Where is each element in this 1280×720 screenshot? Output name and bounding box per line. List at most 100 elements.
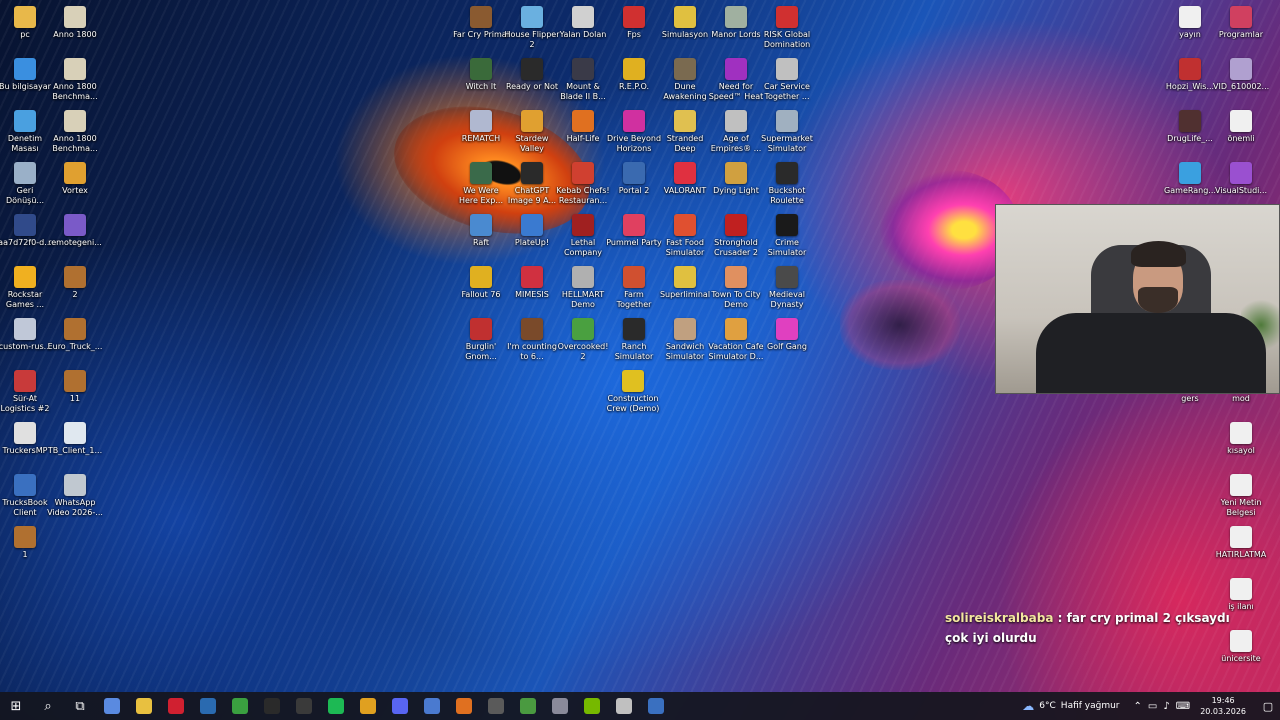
desktop-shortcut[interactable]: Farm Together xyxy=(609,262,659,314)
desktop-shortcut[interactable]: Manor Lords xyxy=(711,2,761,54)
desktop-shortcut[interactable]: House Flipper 2 xyxy=(504,2,560,54)
app-settings[interactable] xyxy=(544,692,576,720)
language-icon[interactable]: ⌨ xyxy=(1176,701,1190,712)
desktop-shortcut[interactable]: Yeni Metin Belgesi xyxy=(1216,470,1266,522)
clock[interactable]: 19:46 20.03.2026 xyxy=(1200,695,1246,717)
desktop-shortcut[interactable]: custom-rus... xyxy=(0,314,51,366)
desktop-shortcut[interactable]: Yalan Dolan xyxy=(558,2,608,54)
chevron-up-icon[interactable]: ⌃ xyxy=(1134,701,1142,712)
desktop-shortcut[interactable]: pc xyxy=(0,2,50,54)
task-view-button[interactable]: ⧉ xyxy=(64,692,96,720)
desktop-shortcut[interactable]: Construction Crew (Demo) xyxy=(607,366,659,418)
opera-app[interactable] xyxy=(160,692,192,720)
desktop-shortcut[interactable]: Stronghold Crusader 2 xyxy=(711,210,761,262)
desktop-shortcut[interactable]: Golf Gang xyxy=(762,314,812,366)
desktop-shortcut[interactable]: Far Cry Primal xyxy=(453,2,509,54)
desktop-shortcut[interactable]: Vortex xyxy=(50,158,100,210)
desktop-shortcut[interactable]: Lethal Company xyxy=(558,210,608,262)
nvidia-app[interactable] xyxy=(576,692,608,720)
desktop-shortcut[interactable]: VID_610002... xyxy=(1213,54,1269,106)
app-blue-circle[interactable] xyxy=(416,692,448,720)
desktop-shortcut[interactable]: aa7d72f0-d... xyxy=(0,210,52,262)
desktop-shortcut[interactable]: 2 xyxy=(50,262,100,314)
desktop-shortcut[interactable]: Dying Light xyxy=(711,158,761,210)
desktop-shortcut[interactable]: önemli xyxy=(1216,106,1266,158)
desktop-shortcut[interactable]: Raft xyxy=(456,210,506,262)
desktop-shortcut[interactable]: Superliminal xyxy=(660,262,710,314)
epic-games-app[interactable] xyxy=(256,692,288,720)
desktop-shortcut[interactable]: TruckersMP xyxy=(0,418,50,470)
desktop-shortcut[interactable]: Simulasyon xyxy=(660,2,710,54)
desktop-shortcut[interactable]: Dune Awakening xyxy=(660,54,710,106)
file-explorer-app[interactable] xyxy=(128,692,160,720)
desktop-shortcut[interactable]: Age of Empires® ... xyxy=(711,106,761,158)
blender-app[interactable] xyxy=(448,692,480,720)
desktop-shortcut[interactable]: Programlar xyxy=(1216,2,1266,54)
desktop-shortcut[interactable]: Stranded Deep xyxy=(660,106,710,158)
desktop-shortcut[interactable]: Hopzi_Wis... xyxy=(1165,54,1215,106)
desktop-shortcut[interactable]: Buckshot Roulette xyxy=(762,158,812,210)
desktop-shortcut[interactable]: Mount & Blade II B... xyxy=(558,54,608,106)
desktop-shortcut[interactable]: Car Service Together ... xyxy=(762,54,812,106)
truckersmp-app[interactable] xyxy=(608,692,640,720)
search-button[interactable]: ⌕ xyxy=(32,692,64,720)
desktop-shortcut[interactable]: Geri Dönüşü... xyxy=(0,158,50,210)
desktop-shortcut[interactable]: TB_Client_1... xyxy=(48,418,102,470)
desktop-shortcut[interactable]: Anno 1800 Benchma... xyxy=(50,54,100,106)
start-button[interactable]: ⊞ xyxy=(0,692,32,720)
chrome-app[interactable] xyxy=(352,692,384,720)
desktop-shortcut[interactable]: Need for Speed™ Heat xyxy=(709,54,763,106)
desktop-shortcut[interactable]: Fallout 76 xyxy=(456,262,506,314)
desktop-shortcut[interactable]: RISK Global Domination xyxy=(762,2,812,54)
network-icon[interactable]: ▭ xyxy=(1148,701,1157,712)
desktop-shortcut[interactable]: Kebab Chefs! Restauran... xyxy=(556,158,610,210)
app-gauge[interactable] xyxy=(480,692,512,720)
desktop-shortcut[interactable]: 11 xyxy=(50,366,100,418)
desktop-shortcut[interactable]: Overcooked! 2 xyxy=(558,314,608,366)
spotify-app[interactable] xyxy=(320,692,352,720)
desktop-shortcut[interactable]: Anno 1800 xyxy=(50,2,100,54)
desktop-shortcut[interactable]: Pummel Party xyxy=(606,210,662,262)
desktop-shortcut[interactable]: kısayol xyxy=(1216,418,1266,470)
desktop-shortcut[interactable]: Euro_Truck_... xyxy=(48,314,102,366)
desktop-shortcut[interactable]: Sür-At Logistics #2 xyxy=(0,366,50,418)
xbox-app[interactable] xyxy=(224,692,256,720)
desktop-shortcut[interactable]: REMATCH xyxy=(456,106,506,158)
desktop-shortcut[interactable]: R.E.P.O. xyxy=(609,54,659,106)
obs-app[interactable] xyxy=(288,692,320,720)
steam-app[interactable] xyxy=(192,692,224,720)
desktop-shortcut[interactable]: Burglin' Gnom... xyxy=(456,314,506,366)
desktop-shortcut[interactable]: Half-Life xyxy=(558,106,608,158)
desktop-shortcut[interactable]: Witch It xyxy=(456,54,506,106)
desktop-shortcut[interactable]: Ready or Not xyxy=(506,54,558,106)
desktop-shortcut[interactable]: VisualStudi... xyxy=(1215,158,1267,210)
desktop-shortcut[interactable]: Stardew Valley xyxy=(507,106,557,158)
weather-widget[interactable]: ☁ 6°C Hafif yağmur xyxy=(1022,699,1119,713)
desktop-shortcut[interactable]: HATIRLATMA xyxy=(1216,522,1266,574)
desktop-shortcut[interactable]: Supermarket Simulator xyxy=(761,106,813,158)
volume-icon[interactable]: ♪ xyxy=(1163,701,1169,712)
desktop-shortcut[interactable]: WhatsApp Video 2026-... xyxy=(47,470,103,522)
desktop-shortcut[interactable]: Rockstar Games ... xyxy=(0,262,50,314)
desktop-shortcut[interactable]: Anno 1800 Benchma... xyxy=(50,106,100,158)
desktop-shortcut[interactable]: Denetim Masası xyxy=(0,106,50,158)
desktop-shortcut[interactable]: MIMESIS xyxy=(507,262,557,314)
desktop-shortcut[interactable]: PlateUp! xyxy=(507,210,557,262)
desktop-shortcut[interactable]: Fast Food Simulator xyxy=(660,210,710,262)
desktop-shortcut[interactable]: Sandwich Simulator xyxy=(660,314,710,366)
desktop-shortcut[interactable]: Medieval Dynasty xyxy=(762,262,812,314)
desktop-shortcut[interactable]: Drive Beyond Horizons xyxy=(607,106,661,158)
desktop-shortcut[interactable]: Portal 2 xyxy=(609,158,659,210)
desktop-shortcut[interactable]: Ranch Simulator xyxy=(609,314,659,366)
desktop-shortcut[interactable]: TrucksBook Client xyxy=(0,470,50,522)
desktop-shortcut[interactable]: DrugLife_... xyxy=(1165,106,1215,158)
desktop-shortcut[interactable]: GameRang... xyxy=(1164,158,1216,210)
desktop-shortcut[interactable]: Fps xyxy=(609,2,659,54)
desktop-shortcut[interactable]: HELLMART Demo xyxy=(558,262,608,314)
trucksbook-app[interactable] xyxy=(640,692,672,720)
desktop-shortcut[interactable]: We Were Here Exp... xyxy=(456,158,506,210)
desktop-shortcut[interactable]: VALORANT xyxy=(660,158,710,210)
desktop-shortcut[interactable]: Bu bilgisayar xyxy=(0,54,51,106)
desktop-shortcut[interactable]: yayın xyxy=(1165,2,1215,54)
desktop-shortcut[interactable]: Crime Simulator xyxy=(762,210,812,262)
